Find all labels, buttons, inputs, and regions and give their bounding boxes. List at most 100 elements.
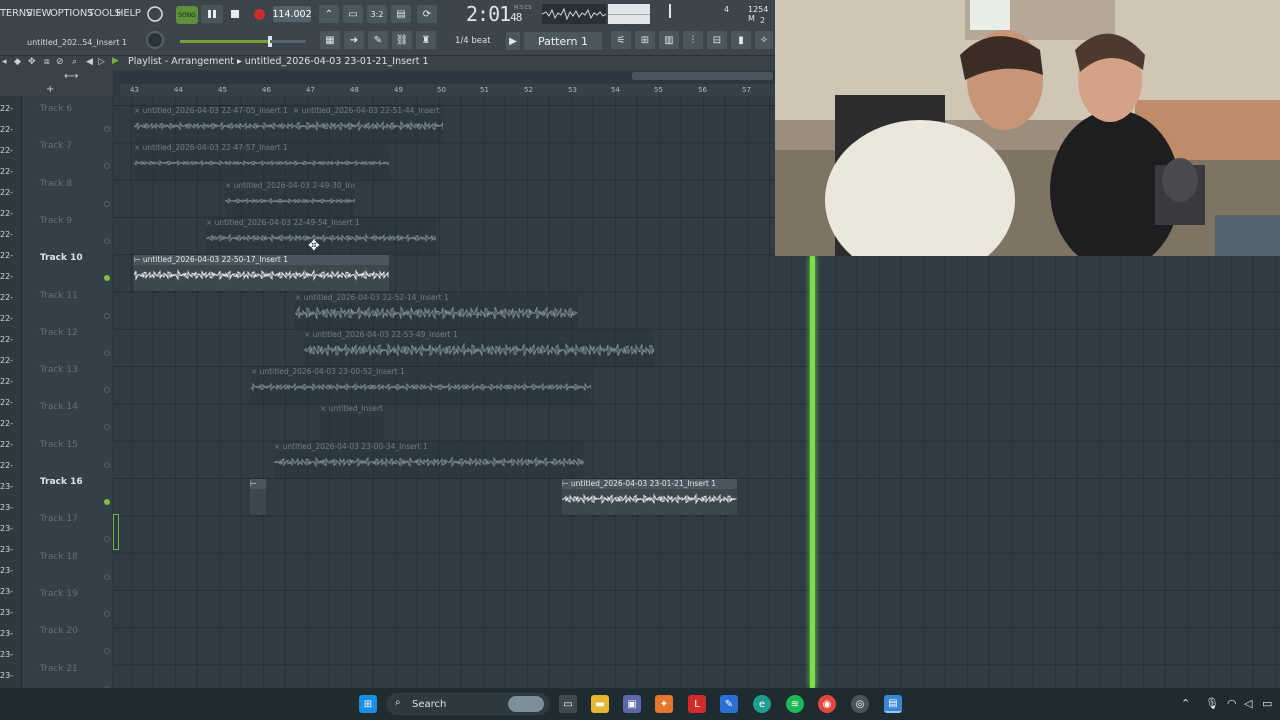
mixer-icon[interactable]: ⚟	[611, 31, 631, 49]
track-label[interactable]: Track 17	[40, 514, 78, 524]
stop-button[interactable]	[226, 5, 244, 23]
track-label[interactable]: Track 10	[40, 253, 83, 263]
track-enable-led[interactable]	[104, 424, 110, 431]
browser-strip-item[interactable]: 22-	[0, 230, 13, 239]
track-label[interactable]: Track 20	[40, 626, 78, 636]
playlist-play-icon[interactable]: ▶	[112, 56, 119, 66]
browser-strip-item[interactable]: 23-	[0, 671, 13, 680]
step-edit-icon[interactable]: ▤	[391, 5, 411, 23]
track-enable-led[interactable]	[104, 387, 110, 394]
playlist-icon[interactable]: ▦	[320, 31, 340, 49]
windows-start-icon[interactable]: ⊞	[359, 695, 377, 713]
browser-strip-item[interactable]: 22-	[0, 419, 13, 428]
pen-app-icon[interactable]: ✎	[720, 695, 738, 713]
clip-close-icon[interactable]: ×	[134, 143, 143, 152]
track-enable-led[interactable]	[104, 573, 110, 580]
microphone-icon[interactable]: 🎙	[1205, 697, 1219, 710]
loop-record-icon[interactable]: ⟳	[417, 5, 437, 23]
track-label[interactable]: Track 6	[40, 104, 72, 114]
edge-icon[interactable]: e	[753, 695, 771, 713]
menu-view[interactable]: VIEW	[26, 8, 51, 19]
master-pitch-slider[interactable]	[270, 40, 306, 43]
master-volume-slider[interactable]	[180, 36, 272, 47]
track-label[interactable]: Track 13	[40, 365, 78, 375]
browser-icon[interactable]: ⫶	[683, 31, 703, 49]
metronome-icon[interactable]: ⌃	[319, 5, 339, 23]
browser-strip-item[interactable]: 23-	[0, 608, 13, 617]
link-icon[interactable]: ⛓	[392, 31, 412, 49]
browser-strip-item[interactable]: 23-	[0, 482, 13, 491]
audio-clip[interactable]: ⊢	[250, 479, 266, 515]
browser-strip-item[interactable]: 22-	[0, 104, 13, 113]
playhead[interactable]	[810, 256, 815, 688]
browser-strip-item[interactable]: 22-	[0, 272, 13, 281]
brush-icon[interactable]: ✎	[368, 31, 388, 49]
browser-strip-item[interactable]: 23-	[0, 629, 13, 638]
browser-strip-item[interactable]: 22-	[0, 356, 13, 365]
browser-strip-item[interactable]: 22-	[0, 461, 13, 470]
chrome-icon[interactable]: ◉	[818, 695, 836, 713]
clip-close-icon[interactable]: ×	[295, 293, 304, 302]
browser-strip-item[interactable]: 23-	[0, 566, 13, 575]
browser-strip-item[interactable]: 23-	[0, 503, 13, 512]
browser-strip-item[interactable]: 22-	[0, 209, 13, 218]
add-track-icon[interactable]: +	[46, 84, 54, 95]
browser-strip-item[interactable]: 22-	[0, 251, 13, 260]
pattern-song-toggle-icon[interactable]	[144, 4, 166, 24]
audio-clip[interactable]: ⊢ untitled_2026-04-03 22-50-17_Insert 1	[134, 255, 389, 292]
zoom-icon[interactable]: ⌕	[72, 57, 77, 67]
track-label[interactable]: Track 9	[40, 216, 72, 226]
song-mode-indicator[interactable]: SONG	[176, 6, 198, 24]
track-enable-led[interactable]	[104, 499, 110, 505]
clip-menu-icon[interactable]: ⊢	[250, 479, 257, 488]
clip-close-icon[interactable]: ×	[293, 106, 302, 115]
tool-select-icon[interactable]: ◆	[14, 57, 21, 67]
wifi-icon[interactable]: ◠	[1227, 697, 1237, 710]
piano-roll-icon[interactable]: ⊞	[635, 31, 655, 49]
browser-strip-item[interactable]: 22-	[0, 335, 13, 344]
track-label[interactable]: Track 12	[40, 328, 78, 338]
audio-clip[interactable]: × untitled_2026-04-03 23-00-52_Insert 1	[251, 367, 591, 404]
file-explorer-icon[interactable]: ▬	[591, 695, 609, 713]
horizontal-scrollbar[interactable]	[632, 72, 773, 80]
tray-chevron-icon[interactable]: ⌃	[1181, 697, 1190, 710]
plugin-picker-icon[interactable]: ⊟	[707, 31, 727, 49]
clip-close-icon[interactable]: ×	[206, 218, 215, 227]
project-icon[interactable]: ▮	[731, 31, 751, 49]
track-label[interactable]: Track 14	[40, 402, 78, 412]
track-label[interactable]: Track 8	[40, 179, 72, 189]
clip-menu-icon[interactable]: ⊢	[134, 255, 143, 264]
audio-clip[interactable]: × untitled_2026-04-03 23-00-34_Insert 1	[274, 441, 584, 478]
volume-icon[interactable]: ◁	[1244, 697, 1252, 710]
browser-strip-item[interactable]: 22-	[0, 146, 13, 155]
track-label[interactable]: Track 16	[40, 477, 83, 487]
wait-input-icon[interactable]: ▭	[343, 5, 363, 23]
clip-close-icon[interactable]: ×	[304, 330, 313, 339]
browser-strip-item[interactable]: 23-	[0, 587, 13, 596]
clip-close-icon[interactable]: ×	[274, 442, 283, 451]
playback-icon[interactable]: ▷	[98, 57, 105, 67]
track-label[interactable]: Track 15	[40, 440, 78, 450]
track-enable-led[interactable]	[104, 126, 110, 132]
master-pitch-knob[interactable]	[146, 31, 164, 49]
audio-clip[interactable]: × untitled_2026-04-03 22-51-44_Insert 1	[293, 106, 443, 142]
audio-clip[interactable]: × untitled_2026-04-03 22-47-57_Insert 1	[134, 143, 389, 180]
audio-clip[interactable]: × untitled_2026-04-03 22-53-49_Insert 1	[304, 329, 654, 366]
browser-strip-item[interactable]: 22-	[0, 188, 13, 197]
audio-clip[interactable]: × untitled_2026-04-03 22-47-05_Insert 1	[134, 106, 294, 142]
pattern-select[interactable]: Pattern 1	[524, 32, 602, 50]
browser-strip-item[interactable]: 23-	[0, 524, 13, 533]
browser-strip-item[interactable]: 22-	[0, 398, 13, 407]
tool-paint-icon[interactable]: ⧈	[44, 57, 50, 67]
stamp-icon[interactable]: ♜	[416, 31, 436, 49]
track-enable-led[interactable]	[104, 648, 110, 655]
track-enable-led[interactable]	[104, 237, 110, 244]
pause-button[interactable]	[201, 5, 223, 23]
tempo-display[interactable]: 114.002	[272, 6, 312, 22]
pattern-prev-icon[interactable]: ▶	[506, 32, 520, 50]
track-enable-led[interactable]	[104, 312, 110, 319]
menu-options[interactable]: OPTIONS	[50, 8, 93, 19]
clip-close-icon[interactable]: ×	[320, 404, 329, 413]
snap-move-icon[interactable]: ⟷	[64, 71, 78, 82]
tools-icon[interactable]: ✧	[755, 31, 773, 49]
